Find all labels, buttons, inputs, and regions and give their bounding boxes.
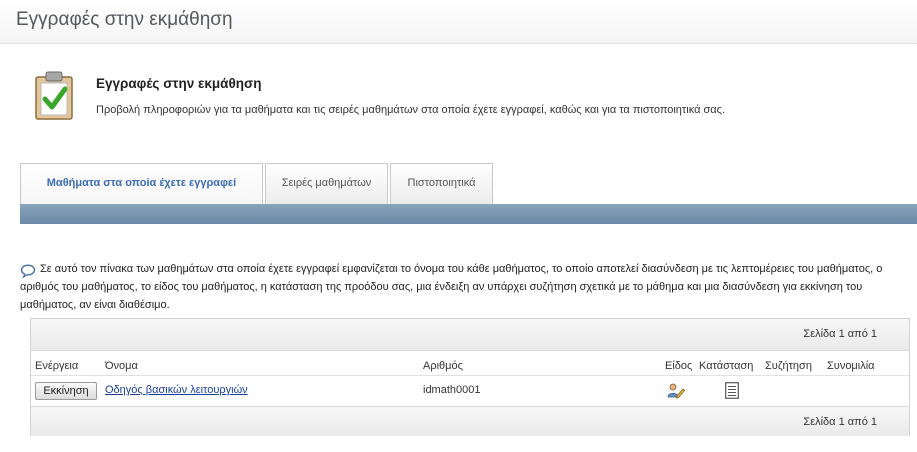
tab-enrolled-courses[interactable]: Μαθήματα στα οποία έχετε εγγραφεί <box>20 163 263 204</box>
tab-course-series[interactable]: Σειρές μαθημάτων <box>265 163 388 204</box>
pager-top-text: Σελίδα 1 από 1 <box>803 328 877 340</box>
column-header-status[interactable]: Κατάσταση <box>699 360 753 372</box>
tab-certificates[interactable]: Πιστοποιητικά <box>390 163 493 204</box>
section-description: Προβολή πληροφοριών για τα μαθήματα και … <box>96 104 726 116</box>
tab-content-strip <box>20 204 917 224</box>
pager-top: Σελίδα 1 από 1 <box>31 319 909 351</box>
people-pencil-icon <box>667 383 685 399</box>
pager-bottom-text: Σελίδα 1 από 1 <box>803 416 877 428</box>
start-course-button[interactable]: Εκκίνηση <box>35 382 97 400</box>
courses-table: Σελίδα 1 από 1 Ενέργεια Όνομα Αριθμός Εί… <box>30 318 910 436</box>
pager-bottom: Σελίδα 1 από 1 <box>31 406 909 436</box>
column-header-discussion: Συζήτηση <box>765 360 812 372</box>
column-header-type[interactable]: Είδος <box>665 360 692 372</box>
column-header-action: Ενέργεια <box>35 360 79 372</box>
clipboard-checkmark-icon <box>35 71 73 120</box>
header-divider <box>31 375 909 376</box>
course-name-link[interactable]: Οδηγός βασικών λειτουργιών <box>105 384 248 396</box>
section-heading: Εγγραφές στην εκμάθηση <box>96 76 262 91</box>
page-title: Εγγραφές στην εκμάθηση <box>0 0 917 44</box>
column-header-chat: Συνομιλία <box>827 360 875 372</box>
column-header-name[interactable]: Όνομα <box>105 360 138 372</box>
column-header-number[interactable]: Αριθμός <box>423 360 463 372</box>
course-number: idmath0001 <box>423 384 481 396</box>
document-list-icon[interactable] <box>725 382 739 399</box>
info-text: Σε αυτό τον πίνακα των μαθημάτων στα οπο… <box>20 263 883 311</box>
